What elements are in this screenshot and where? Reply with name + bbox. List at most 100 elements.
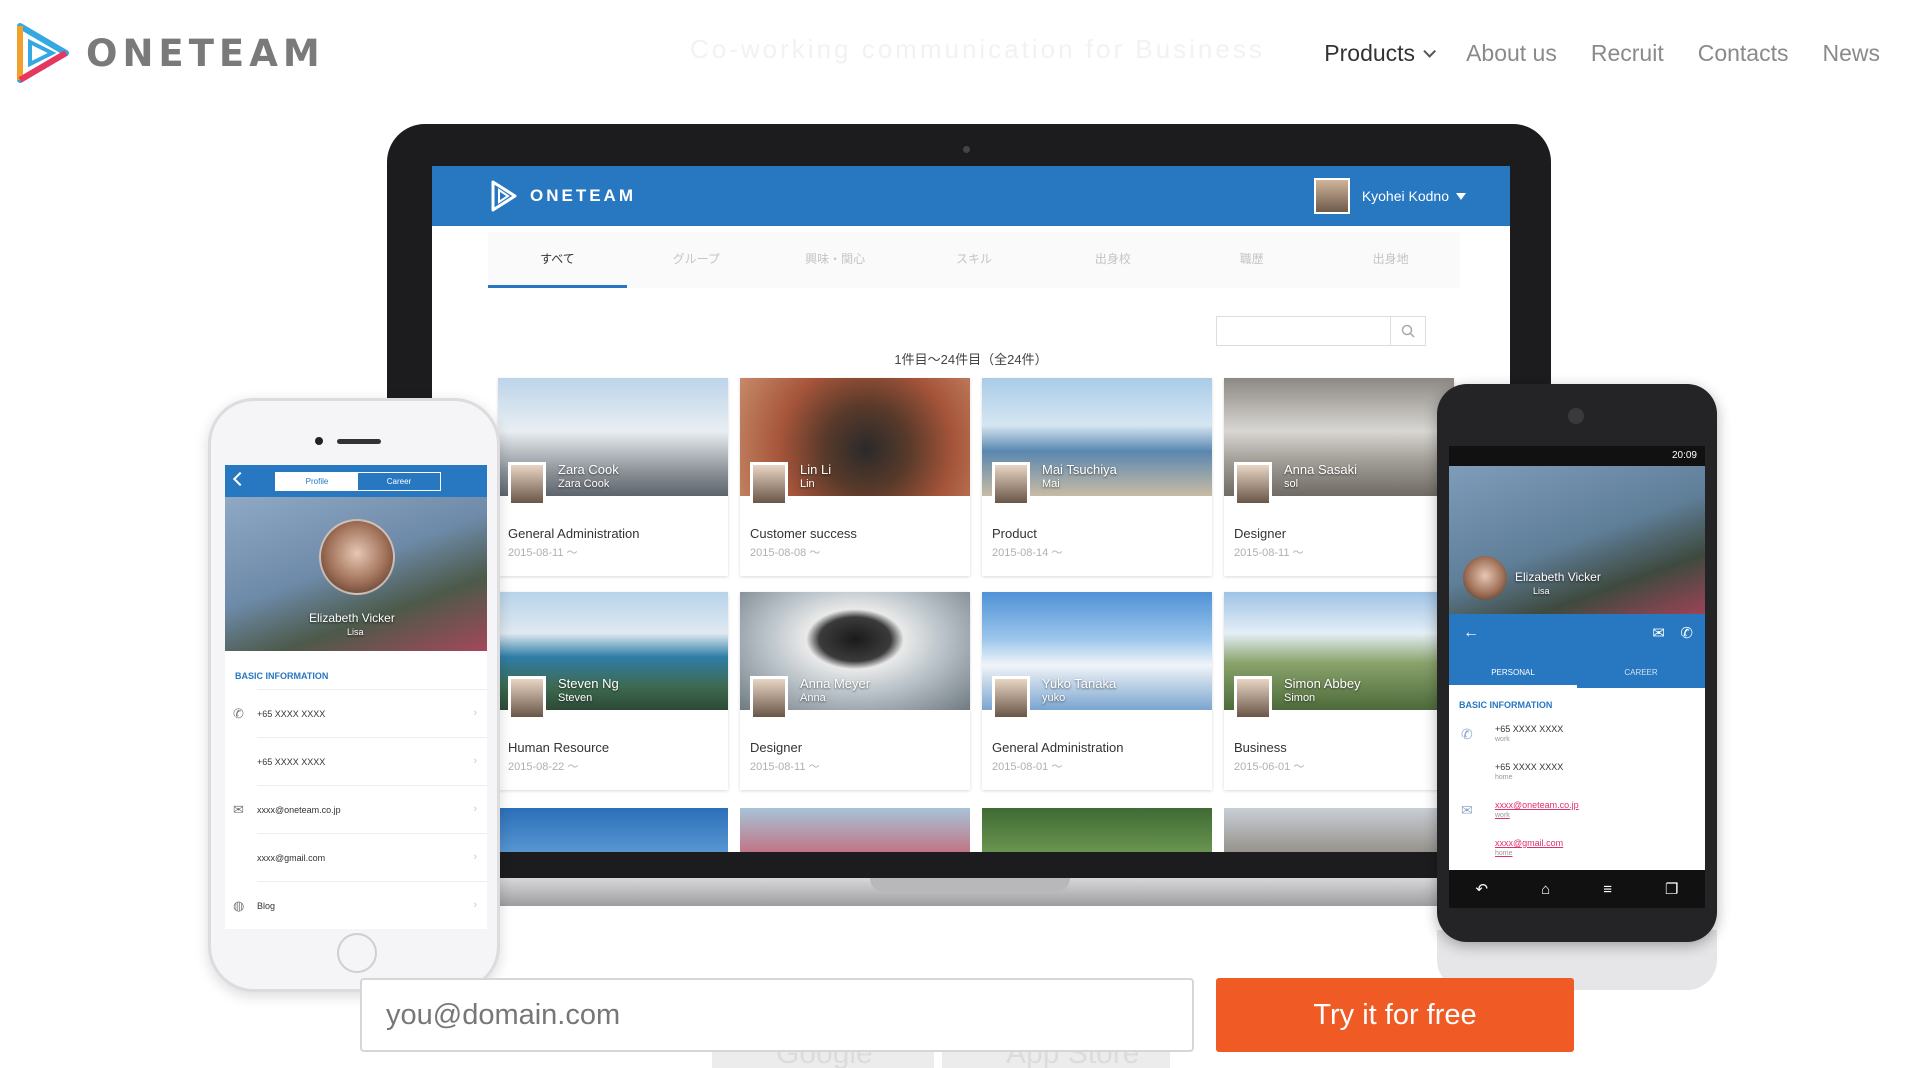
card-name: Anna Meyer bbox=[800, 676, 871, 691]
member-card[interactable]: Steven Ng Steven Human Resource 2015-08-… bbox=[498, 592, 728, 790]
chevron-right-icon: › bbox=[473, 803, 477, 815]
card-nickname: Steven bbox=[558, 692, 593, 704]
back-arrow-icon[interactable]: ← bbox=[1463, 624, 1479, 642]
tab-career[interactable]: 職歴 bbox=[1182, 232, 1321, 288]
chevron-right-icon: › bbox=[473, 755, 477, 767]
info-row-email[interactable]: xxxx@gmail.com home bbox=[1495, 830, 1705, 868]
logo-text: ONETEAM bbox=[86, 31, 325, 75]
android-profile-tabs: PERSONAL CAREER bbox=[1449, 658, 1705, 688]
app-logo-text: ONETEAM bbox=[530, 186, 636, 205]
info-row-email[interactable]: ✉ xxxx@oneteam.co.jp › bbox=[233, 785, 487, 833]
nav-recents-icon[interactable]: ❐ bbox=[1665, 880, 1678, 898]
info-row-email[interactable]: xxxx@gmail.com › bbox=[257, 833, 487, 881]
chevron-down-icon bbox=[1423, 45, 1437, 58]
android-nav-bar: ↶ ⌂ ≡ ❐ bbox=[1449, 870, 1705, 908]
tab-skills[interactable]: スキル bbox=[905, 232, 1044, 288]
nav-back-icon[interactable]: ↶ bbox=[1476, 880, 1489, 898]
nav-news[interactable]: News bbox=[1822, 40, 1880, 67]
nav-recruit[interactable]: Recruit bbox=[1591, 40, 1664, 67]
try-free-button[interactable]: Try it for free bbox=[1216, 978, 1574, 1052]
segment-profile[interactable]: Profile bbox=[276, 473, 358, 490]
tab-school[interactable]: 出身校 bbox=[1043, 232, 1182, 288]
android-camera bbox=[1568, 408, 1584, 424]
tab-personal[interactable]: PERSONAL bbox=[1449, 658, 1577, 688]
phone-icon[interactable]: ✆ bbox=[1680, 624, 1693, 642]
card-date: 2015-08-11 〜 bbox=[750, 761, 820, 773]
info-row-phone[interactable]: ✆ +65 XXXX XXXX work bbox=[1461, 716, 1705, 754]
card-role: General Administration bbox=[508, 526, 640, 541]
mail-icon: ✉ bbox=[233, 802, 244, 817]
info-row-email[interactable]: ✉ xxxx@oneteam.co.jp work bbox=[1461, 792, 1705, 830]
card-name: Yuko Tanaka bbox=[1042, 676, 1117, 691]
member-card[interactable]: Lin Li Lin Customer success 2015-08-08 〜 bbox=[740, 378, 970, 576]
laptop-screen: ONETEAM Kyohei Kodno すべて グループ 興味・関心 スキル … bbox=[432, 166, 1510, 852]
nav-home-icon[interactable]: ⌂ bbox=[1541, 881, 1550, 898]
filter-tabs: すべて グループ 興味・関心 スキル 出身校 職歴 出身地 bbox=[488, 232, 1460, 288]
member-card[interactable]: Yuko Tanaka yuko General Administration … bbox=[982, 592, 1212, 790]
info-label: work bbox=[1495, 736, 1510, 743]
android-app-bar: ← ✉ ✆ PERSONAL CAREER bbox=[1449, 614, 1705, 688]
card-role: Designer bbox=[750, 740, 803, 755]
info-row-phone[interactable]: +65 XXXX XXXX › bbox=[257, 737, 487, 785]
chevron-right-icon: › bbox=[473, 707, 477, 719]
member-search bbox=[1216, 316, 1426, 346]
app-logo-mark bbox=[491, 180, 517, 212]
tab-career[interactable]: CAREER bbox=[1577, 658, 1705, 688]
profile-nickname: Lisa bbox=[1533, 586, 1550, 596]
info-label: work bbox=[1495, 812, 1510, 819]
card-date: 2015-08-11 〜 bbox=[1234, 547, 1304, 559]
tab-groups[interactable]: グループ bbox=[627, 232, 766, 288]
member-card-partial[interactable] bbox=[740, 808, 970, 852]
segment-career[interactable]: Career bbox=[358, 473, 440, 490]
card-name: Simon Abbey bbox=[1284, 676, 1361, 691]
member-search-input[interactable] bbox=[1217, 317, 1391, 345]
member-card[interactable]: Mai Tsuchiya Mai Product 2015-08-14 〜 bbox=[982, 378, 1212, 576]
member-card[interactable]: Anna Sasaki sol Designer 2015-08-11 〜 bbox=[1224, 378, 1454, 576]
mail-icon[interactable]: ✉ bbox=[1652, 624, 1665, 642]
search-button[interactable] bbox=[1391, 317, 1425, 345]
card-nickname: Anna bbox=[800, 692, 826, 704]
chevron-right-icon: › bbox=[473, 899, 477, 911]
tab-all[interactable]: すべて bbox=[488, 232, 627, 288]
card-avatar bbox=[508, 676, 546, 720]
iphone-home-button[interactable] bbox=[337, 933, 377, 973]
member-card-partial[interactable] bbox=[1224, 808, 1454, 852]
tab-hometown[interactable]: 出身地 bbox=[1321, 232, 1460, 288]
info-value: +65 XXXX XXXX bbox=[1495, 724, 1564, 734]
info-row-phone[interactable]: +65 XXXX XXXX home bbox=[1495, 754, 1705, 792]
card-date: 2015-08-14 〜 bbox=[992, 547, 1063, 559]
member-card[interactable]: Simon Abbey Simon Business 2015-06-01 〜 bbox=[1224, 592, 1454, 790]
tab-interests[interactable]: 興味・関心 bbox=[766, 232, 905, 288]
profile-hero: Elizabeth Vicker Lisa bbox=[225, 497, 487, 651]
nav-products[interactable]: Products bbox=[1324, 40, 1437, 67]
member-card-partial[interactable] bbox=[498, 808, 728, 852]
member-card-partial[interactable] bbox=[982, 808, 1212, 852]
card-nickname: Mai bbox=[1042, 478, 1060, 490]
android-device: 20:09 Elizabeth Vicker Lisa ← ✉ ✆ PERSON… bbox=[1437, 384, 1717, 942]
member-card[interactable]: Zara Cook Zara Cook General Administrati… bbox=[498, 378, 728, 576]
card-avatar bbox=[508, 462, 546, 506]
user-menu[interactable]: Kyohei Kodno bbox=[1313, 178, 1466, 214]
card-role: Customer success bbox=[750, 526, 857, 541]
signup-email-input[interactable] bbox=[360, 978, 1194, 1052]
basic-info-title: BASIC INFORMATION bbox=[1459, 700, 1553, 710]
info-row-phone[interactable]: ✆ +65 XXXX XXXX › bbox=[233, 689, 487, 737]
info-row-blog[interactable]: ◍ Blog › bbox=[233, 881, 487, 929]
back-chevron-icon[interactable] bbox=[232, 471, 248, 487]
tagline: Co-working communication for Business bbox=[690, 34, 1265, 64]
card-date: 2015-08-22 〜 bbox=[508, 761, 579, 773]
nav-about-us[interactable]: About us bbox=[1466, 40, 1557, 67]
laptop-camera bbox=[963, 146, 970, 153]
site-header: ONETEAM Co-working communication for Bus… bbox=[0, 0, 1920, 110]
info-value: xxxx@oneteam.co.jp bbox=[257, 804, 341, 815]
card-nickname: yuko bbox=[1042, 692, 1066, 704]
nav-contacts[interactable]: Contacts bbox=[1698, 40, 1789, 67]
card-nickname: Lin bbox=[800, 478, 815, 490]
info-value: Blog bbox=[257, 900, 276, 911]
result-count: 1件目〜24件目（全24件） bbox=[894, 352, 1048, 367]
member-card[interactable]: Anna Meyer Anna Designer 2015-08-11 〜 bbox=[740, 592, 970, 790]
oneteam-logo[interactable]: ONETEAM bbox=[14, 22, 325, 84]
nav-menu-icon[interactable]: ≡ bbox=[1603, 881, 1612, 898]
app-logo[interactable]: ONETEAM bbox=[490, 180, 636, 212]
profile-name: Elizabeth Vicker bbox=[1515, 570, 1601, 584]
